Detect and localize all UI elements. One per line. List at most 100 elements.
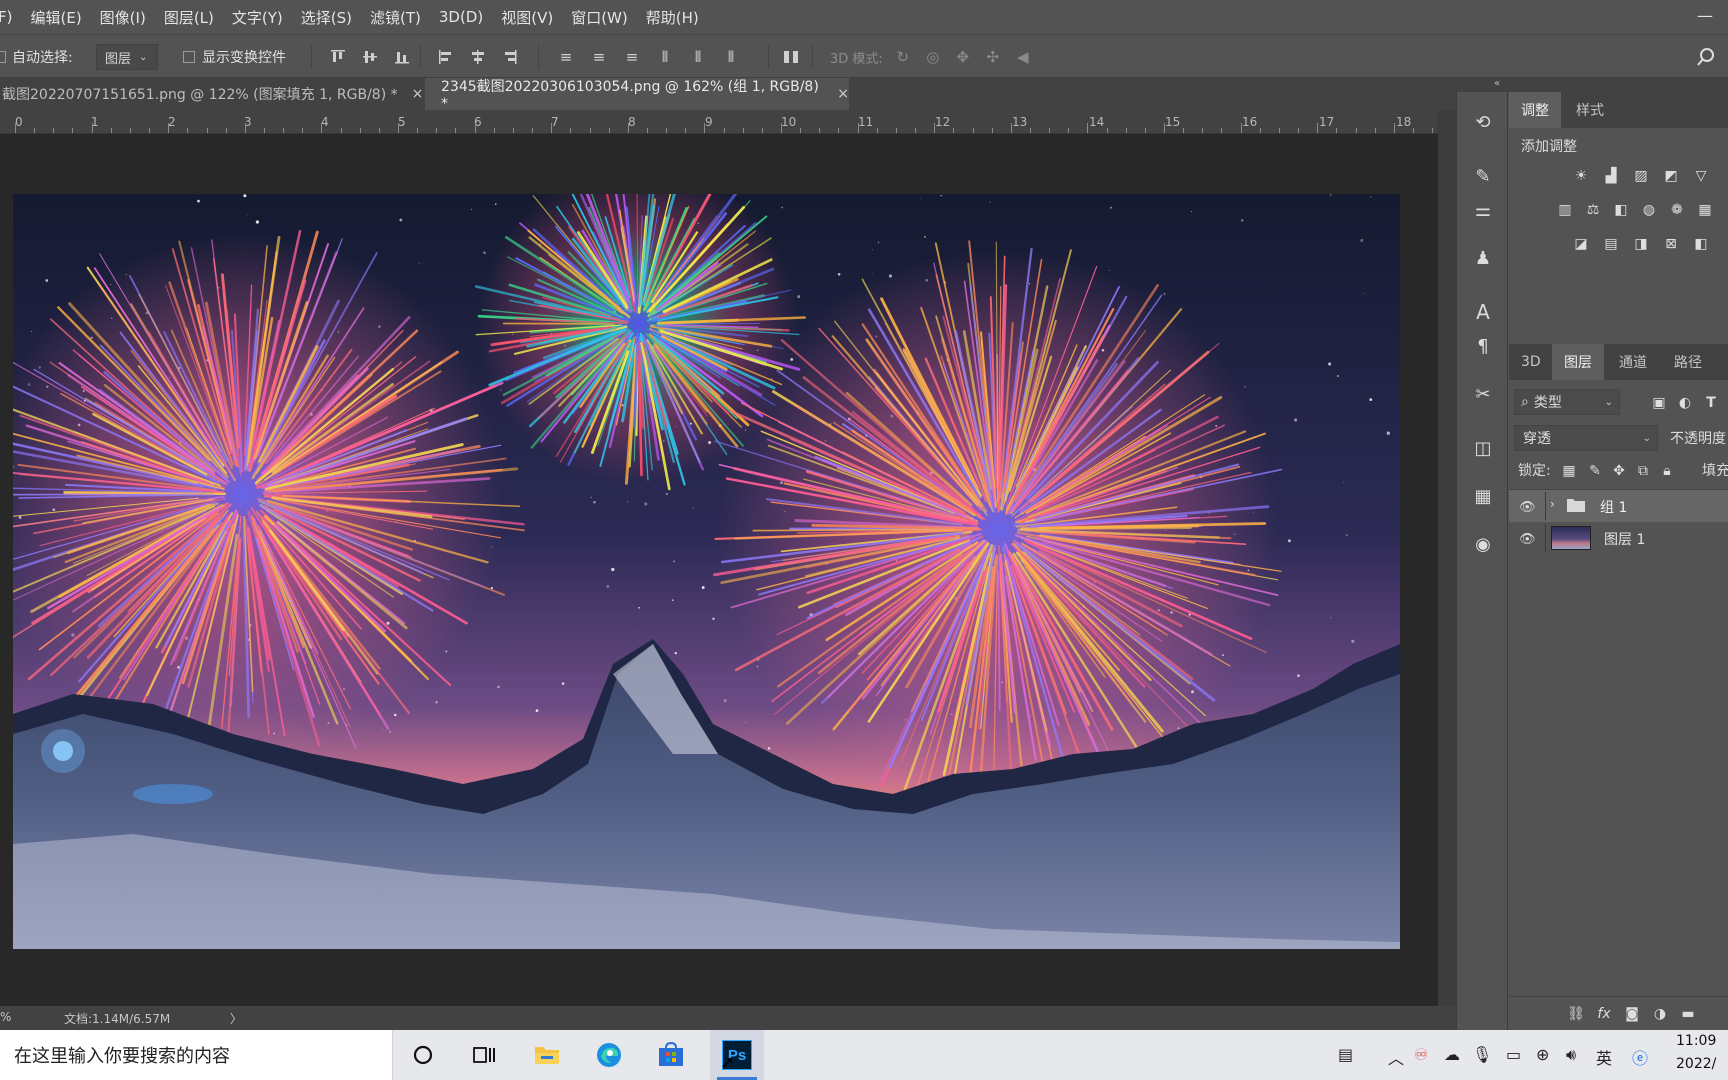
scale-3d-icon[interactable]: ◀ (1013, 47, 1033, 67)
new-group-icon[interactable]: ▬ (1678, 1004, 1698, 1024)
distribute-bottom-icon[interactable]: ≡ (622, 47, 642, 67)
channel-mixer-icon[interactable]: ❁ (1667, 200, 1687, 220)
fx-icon[interactable]: fx (1594, 1004, 1614, 1024)
taskbar-search-box[interactable]: 在这里输入你要搜索的内容 (0, 1030, 393, 1080)
curves-icon[interactable]: ▨ (1631, 166, 1651, 186)
tool-presets-icon[interactable]: ✂ (1471, 382, 1495, 406)
threshold-icon[interactable]: ◨ (1631, 234, 1651, 254)
battery-icon[interactable]: ▭ (1506, 1045, 1521, 1064)
distribute-vcenter-icon[interactable]: ≡ (589, 47, 609, 67)
menu-image[interactable]: 图像(I) (91, 7, 155, 28)
posterize-icon[interactable]: ▤ (1601, 234, 1621, 254)
distribute-top-icon[interactable]: ≡ (556, 47, 576, 67)
character-icon[interactable]: A (1471, 300, 1495, 324)
black-white-icon[interactable]: ◧ (1611, 200, 1631, 220)
store-icon[interactable] (654, 1038, 688, 1072)
drag-3d-icon[interactable]: ✥ (953, 47, 973, 67)
lock-position-icon[interactable]: ✥ (1609, 461, 1629, 481)
auto-select-checkbox[interactable] (0, 51, 6, 63)
layer-row-group[interactable]: 👁︎ › 组 1 (1509, 490, 1728, 522)
filter-type-icon[interactable]: T (1701, 393, 1721, 413)
task-view-icon[interactable] (467, 1038, 501, 1072)
slide-3d-icon[interactable]: ✣ (983, 47, 1003, 67)
selective-color-icon[interactable]: ⊠ (1661, 234, 1681, 254)
hue-saturation-icon[interactable]: ▥ (1555, 200, 1575, 220)
rotate-3d-icon[interactable]: ↻ (893, 47, 913, 67)
align-hcenter-icon[interactable] (468, 47, 488, 67)
photoshop-taskbar-button[interactable]: Ps (710, 1030, 764, 1080)
document-image[interactable] (13, 194, 1400, 949)
status-menu-arrow[interactable]: 〉 (230, 1010, 242, 1027)
navigator-icon[interactable]: ◫ (1471, 436, 1495, 460)
tab-3d[interactable]: 3D (1509, 344, 1553, 380)
align-vcenter-icon[interactable] (360, 47, 380, 67)
cortana-icon[interactable] (406, 1038, 440, 1072)
menu-view[interactable]: 视图(V) (492, 7, 562, 28)
link-layers-icon[interactable]: ⛓ (1566, 1004, 1586, 1024)
levels-icon[interactable]: ▟ (1601, 166, 1621, 186)
brush-settings-icon[interactable]: ⚌ (1471, 198, 1495, 222)
news-icon[interactable]: ▤ (1338, 1045, 1353, 1064)
filter-adjustment-icon[interactable]: ◐ (1675, 393, 1695, 413)
close-icon[interactable]: × (837, 86, 849, 102)
tab-adjustments[interactable]: 调整 (1509, 92, 1561, 128)
layer-filter-dropdown[interactable]: ⌕ 类型 ⌄ (1514, 389, 1620, 415)
tray-app-icon[interactable]: ♾ (1414, 1045, 1428, 1064)
chevron-up-icon[interactable]: ︿ (1388, 1045, 1404, 1069)
volume-icon[interactable]: 🔊︎ (1566, 1045, 1576, 1065)
lock-transparent-icon[interactable]: ▦ (1559, 461, 1579, 481)
assistant-icon[interactable]: ⓔ (1632, 1045, 1648, 1069)
clock-date[interactable]: 2022/ (1676, 1056, 1716, 1072)
menu-file[interactable]: F) (0, 8, 21, 26)
align-right-icon[interactable] (500, 47, 520, 67)
panel-collapse-bar[interactable]: « (1456, 78, 1728, 92)
minimize-icon[interactable]: — (1692, 6, 1718, 26)
file-explorer-icon[interactable] (530, 1038, 564, 1072)
show-transform-checkbox[interactable] (183, 51, 195, 63)
brightness-icon[interactable]: ☀ (1571, 166, 1591, 186)
roll-3d-icon[interactable]: ◎ (923, 47, 943, 67)
tab-channels[interactable]: 通道 (1607, 344, 1659, 380)
distribute-left-icon[interactable]: ⫴ (655, 47, 675, 67)
search-icon[interactable] (1696, 47, 1716, 67)
auto-select-dropdown[interactable]: 图层 ⌄ (96, 44, 158, 70)
menu-select[interactable]: 选择(S) (292, 7, 361, 28)
color-balance-icon[interactable]: ⚖ (1583, 200, 1603, 220)
tab-styles[interactable]: 样式 (1564, 92, 1616, 128)
vibrance-icon[interactable]: ▽ (1691, 166, 1711, 186)
lock-artboard-icon[interactable]: ⧉ (1633, 461, 1653, 481)
color-lookup-icon[interactable]: ▦ (1695, 200, 1715, 220)
brush-icon[interactable]: ✎ (1471, 164, 1495, 188)
clone-source-icon[interactable]: ♟ (1471, 246, 1495, 270)
input-method-icon[interactable]: 英 (1596, 1045, 1612, 1069)
align-left-icon[interactable] (436, 47, 456, 67)
photo-filter-icon[interactable]: ◍ (1639, 200, 1659, 220)
network-icon[interactable]: ⊕ (1536, 1045, 1549, 1064)
lock-pixels-icon[interactable]: ✎ (1585, 461, 1605, 481)
zoom-readout[interactable]: % (0, 1010, 11, 1024)
invert-icon[interactable]: ◪ (1571, 234, 1591, 254)
vertical-scrollbar[interactable] (1438, 110, 1456, 1006)
menu-window[interactable]: 窗口(W) (562, 7, 637, 28)
menu-3d[interactable]: 3D(D) (430, 8, 492, 26)
swatches-icon[interactable]: ▦ (1471, 484, 1495, 508)
gradient-map-icon[interactable]: ◧ (1691, 234, 1711, 254)
tab-document-2[interactable]: 2345截图20220306103054.png @ 162% (组 1, RG… (425, 78, 849, 112)
new-adjustment-icon[interactable]: ◑ (1650, 1004, 1670, 1024)
menu-edit[interactable]: 编辑(E) (21, 7, 90, 28)
collapse-icon[interactable]: « (1494, 78, 1500, 89)
clock-time[interactable]: 11:09 (1676, 1033, 1716, 1049)
distribute-right-icon[interactable]: ⫴ (721, 47, 741, 67)
exposure-icon[interactable]: ◩ (1661, 166, 1681, 186)
align-top-icon[interactable] (328, 47, 348, 67)
tab-paths[interactable]: 路径 (1662, 344, 1714, 380)
history-icon[interactable]: ⟲ (1471, 110, 1495, 134)
properties-icon[interactable]: ◉ (1471, 532, 1495, 556)
distribute-hcenter-icon[interactable]: ⫴ (688, 47, 708, 67)
menu-type[interactable]: 文字(Y) (223, 7, 292, 28)
menu-layer[interactable]: 图层(L) (155, 7, 223, 28)
tab-document-1[interactable]: 截图20220707151651.png @ 122% (图案填充 1, RGB… (0, 78, 424, 110)
visibility-eye-icon[interactable]: 👁︎ (1519, 500, 1537, 515)
filter-pixel-icon[interactable]: ▣ (1649, 393, 1669, 413)
lock-all-icon[interactable]: 🔒︎ (1657, 461, 1677, 481)
